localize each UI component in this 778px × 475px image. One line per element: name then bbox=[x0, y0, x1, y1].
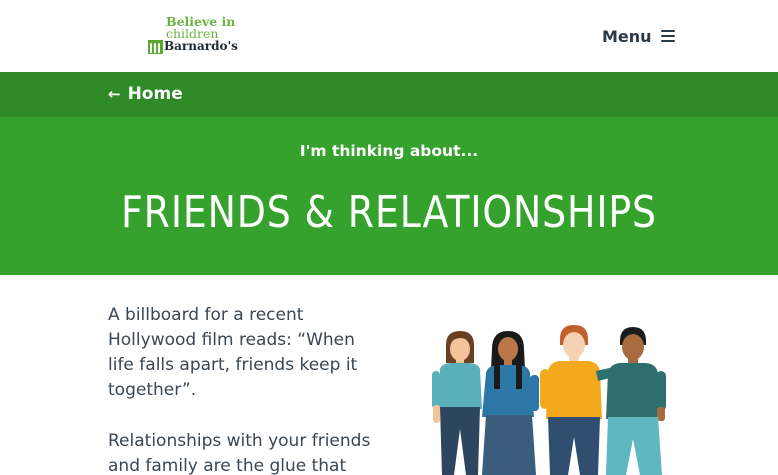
person-3-figure bbox=[540, 325, 602, 475]
home-link[interactable]: ← Home bbox=[108, 83, 183, 105]
menu-label: Menu bbox=[602, 26, 652, 46]
logo-figures-icon bbox=[148, 40, 163, 54]
barnardos-logo[interactable]: Believe in children Barnardo's bbox=[148, 13, 238, 57]
hero-banner: I'm thinking about... FRIENDS & RELATION… bbox=[0, 117, 778, 275]
intro-paragraph: A billboard for a recent Hollywood film … bbox=[108, 305, 358, 400]
hero-kicker: I'm thinking about... bbox=[299, 142, 479, 160]
logo-wordmark: Barnardo's bbox=[164, 39, 238, 53]
hamburger-icon bbox=[660, 30, 675, 42]
page-title: FRIENDS & RELATIONSHIPS bbox=[121, 187, 657, 238]
menu-button[interactable]: Menu bbox=[602, 24, 675, 48]
friends-illustration bbox=[432, 325, 666, 475]
arrow-left-icon: ← bbox=[108, 84, 121, 103]
site-header: Believe in children Barnardo's Menu bbox=[0, 0, 778, 72]
person-2-figure bbox=[482, 331, 539, 475]
main-content: A billboard for a recent Hollywood film … bbox=[0, 275, 778, 475]
person-1-figure bbox=[432, 331, 482, 475]
person-4-figure bbox=[596, 327, 666, 475]
home-link-label: Home bbox=[127, 84, 183, 104]
second-paragraph: Relationships with your friends and fami… bbox=[108, 431, 371, 475]
breadcrumb-bar: ← Home bbox=[0, 72, 778, 117]
